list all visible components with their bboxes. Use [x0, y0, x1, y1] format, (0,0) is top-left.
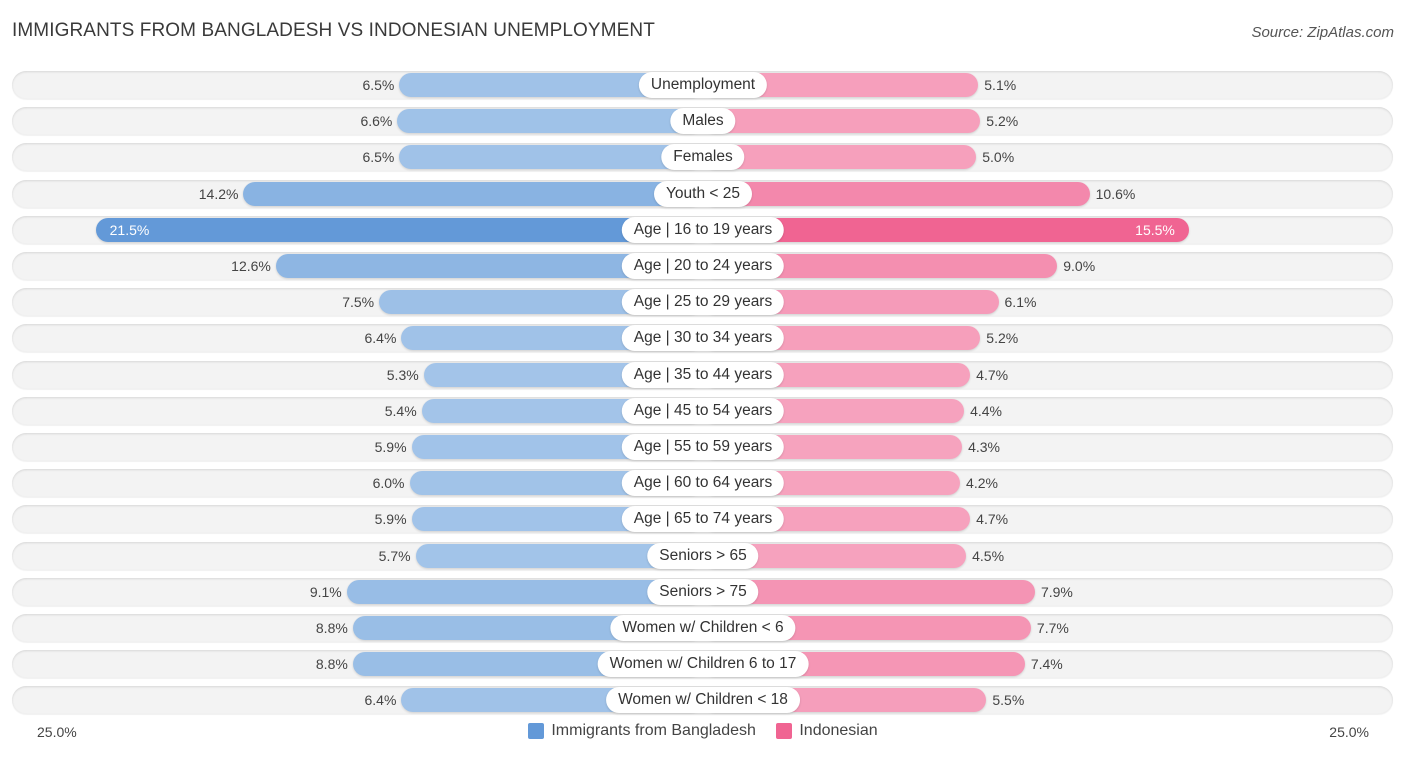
value-label-indonesian: 5.1% — [984, 77, 1017, 93]
value-label-indonesian: 5.5% — [992, 692, 1025, 708]
chart-row: 5.9% 4.3% Age | 55 to 59 years — [12, 433, 1393, 461]
value-label-bangladesh: 6.0% — [372, 475, 405, 491]
value-label-bangladesh: 9.1% — [309, 584, 342, 600]
category-label: Age | 16 to 19 years — [621, 217, 785, 243]
chart-row: 6.5% 5.1% Unemployment — [12, 71, 1393, 99]
category-label: Age | 25 to 29 years — [621, 289, 785, 315]
category-label: Women w/ Children 6 to 17 — [597, 651, 809, 677]
value-label-bangladesh: 12.6% — [231, 258, 271, 274]
category-label: Age | 20 to 24 years — [621, 253, 785, 279]
value-label-bangladesh: 21.5% — [109, 222, 150, 238]
legend-swatch-bangladesh — [528, 723, 545, 739]
category-label: Age | 55 to 59 years — [621, 434, 785, 460]
legend-label-bangladesh: Immigrants from Bangladesh — [551, 722, 756, 739]
value-label-bangladesh: 5.9% — [374, 439, 407, 455]
chart-row: 6.5% 5.0% Females — [12, 143, 1393, 171]
value-label-indonesian: 4.4% — [970, 403, 1003, 419]
category-label: Age | 45 to 54 years — [621, 398, 785, 424]
bar-indonesian[interactable] — [703, 109, 981, 133]
chart-row: 8.8% 7.7% Women w/ Children < 6 — [12, 614, 1393, 642]
value-label-bangladesh: 6.4% — [364, 330, 397, 346]
value-label-bangladesh: 6.5% — [362, 149, 395, 165]
category-label: Youth < 25 — [654, 181, 752, 207]
value-label-bangladesh: 8.8% — [315, 656, 348, 672]
value-label-indonesian: 5.2% — [986, 330, 1019, 346]
value-label-indonesian: 4.3% — [968, 439, 1000, 455]
chart-row: 5.9% 4.7% Age | 65 to 74 years — [12, 505, 1393, 533]
value-label-bangladesh: 5.9% — [374, 511, 407, 527]
bar-bangladesh[interactable] — [399, 145, 703, 169]
chart-row: 6.0% 4.2% Age | 60 to 64 years — [12, 469, 1393, 497]
chart-row: 6.4% 5.5% Women w/ Children < 18 — [12, 686, 1393, 714]
value-label-indonesian: 4.2% — [966, 475, 998, 491]
chart-row: 5.3% 4.7% Age | 35 to 44 years — [12, 361, 1393, 389]
value-label-indonesian: 10.6% — [1095, 186, 1136, 202]
legend-item-indonesian[interactable]: Indonesian — [776, 722, 878, 740]
value-label-bangladesh: 14.2% — [198, 186, 239, 202]
chart-row: 14.2% 10.6% Youth < 25 — [12, 180, 1393, 208]
value-label-bangladesh: 6.6% — [360, 113, 393, 129]
value-label-indonesian: 4.7% — [976, 511, 1009, 527]
category-label: Age | 30 to 34 years — [621, 325, 785, 351]
chart-row: 6.4% 5.2% Age | 30 to 34 years — [12, 324, 1393, 352]
legend-swatch-indonesian — [776, 723, 793, 739]
value-label-indonesian: 7.4% — [1030, 656, 1063, 672]
value-label-indonesian: 4.5% — [972, 548, 1005, 564]
chart-area: 6.5% 5.1% Unemployment 6.6% 5.2% Males 6.5% 5.0… — [0, 0, 1406, 757]
bar-bangladesh[interactable] — [397, 109, 703, 133]
bar-bangladesh[interactable] — [243, 182, 703, 206]
chart-row: 7.5% 6.1% Age | 25 to 29 years — [12, 288, 1393, 316]
category-label: Females — [661, 144, 745, 170]
value-label-bangladesh: 5.3% — [386, 367, 419, 383]
chart-row: 8.8% 7.4% Women w/ Children 6 to 17 — [12, 650, 1393, 678]
category-label: Age | 60 to 64 years — [621, 470, 785, 496]
value-label-bangladesh: 6.4% — [364, 692, 397, 708]
category-label: Age | 35 to 44 years — [621, 362, 785, 388]
value-label-indonesian: 5.0% — [982, 149, 1015, 165]
category-label: Males — [670, 108, 736, 134]
category-label: Age | 65 to 74 years — [621, 506, 785, 532]
value-label-indonesian: 7.9% — [1040, 584, 1073, 600]
chart-row: 5.7% 4.5% Seniors > 65 — [12, 542, 1393, 570]
category-label: Women w/ Children < 6 — [610, 615, 796, 641]
value-label-indonesian: 15.5% — [1135, 222, 1175, 238]
chart-row: 21.5% 15.5% Age | 16 to 19 years — [12, 216, 1393, 244]
category-label: Seniors > 75 — [647, 579, 759, 605]
value-label-bangladesh: 5.7% — [378, 548, 411, 564]
bar-bangladesh[interactable] — [95, 218, 703, 242]
legend: Immigrants from Bangladesh Indonesian — [0, 722, 1406, 744]
value-label-bangladesh: 8.8% — [315, 620, 348, 636]
legend-label-indonesian: Indonesian — [799, 722, 878, 739]
value-label-indonesian: 6.1% — [1004, 294, 1037, 310]
bar-indonesian[interactable] — [703, 182, 1090, 206]
value-label-bangladesh: 7.5% — [342, 294, 375, 310]
value-label-indonesian: 4.7% — [976, 367, 1009, 383]
category-label: Unemployment — [638, 72, 768, 98]
category-label: Women w/ Children < 18 — [606, 687, 800, 713]
chart-row: 6.6% 5.2% Males — [12, 107, 1393, 135]
value-label-indonesian: 5.2% — [986, 113, 1019, 129]
legend-item-bangladesh[interactable]: Immigrants from Bangladesh — [528, 722, 756, 740]
category-label: Seniors > 65 — [647, 543, 759, 569]
chart-row: 9.1% 7.9% Seniors > 75 — [12, 578, 1393, 606]
value-label-bangladesh: 6.5% — [362, 77, 395, 93]
chart-row: 5.4% 4.4% Age | 45 to 54 years — [12, 397, 1393, 425]
chart-row: 12.6% 9.0% Age | 20 to 24 years — [12, 252, 1393, 280]
value-label-bangladesh: 5.4% — [384, 403, 417, 419]
value-label-indonesian: 7.7% — [1036, 620, 1069, 636]
value-label-indonesian: 9.0% — [1063, 258, 1096, 274]
